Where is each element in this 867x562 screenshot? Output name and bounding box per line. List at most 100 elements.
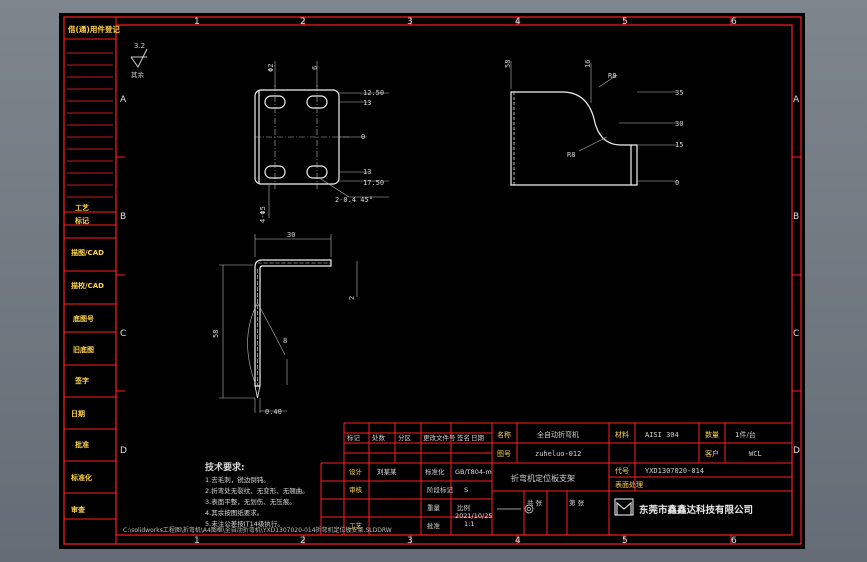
rev-header-5: 签名 (457, 433, 470, 442)
rev-header-3: 分区 (398, 433, 412, 442)
dim-top-2: 6 (311, 66, 319, 70)
tech-line-1: 1.去毛刺，锐边倒钝。 (205, 475, 270, 484)
roughness-value: 3.2 (134, 42, 145, 50)
dim-right-1: 12.50 (363, 89, 384, 97)
side-dim-5: 30 (675, 120, 683, 128)
rev-date: 2021/10/25 (455, 512, 492, 520)
row-label-c-right: C (793, 329, 799, 339)
rev-std-label: 标准化 (425, 467, 445, 476)
drawing-no-label: 图号 (497, 450, 511, 458)
sec-dim-4: 0.40 (265, 408, 282, 416)
dim-chamfer: 2-0.4 45° (335, 196, 373, 204)
side-label-4: 描校/CAD (71, 281, 104, 290)
rev-sheet-of: 第 张 (569, 498, 585, 507)
code-label: 代号 (615, 466, 629, 475)
dim-right-4: 13 (363, 168, 371, 176)
side-label-8: 日期 (71, 409, 85, 418)
side-view[interactable] (510, 91, 638, 186)
roughness-symbol (130, 48, 148, 68)
side-label-11: 审查 (71, 505, 86, 514)
roughness-note: 其余 (131, 70, 145, 79)
side-dim-3: R8 (608, 72, 616, 80)
side-label-3: 描图/CAD (71, 248, 104, 257)
rev-row-design: 设计 (349, 467, 363, 476)
sec-dim-2: 2 (348, 296, 356, 300)
tech-title: 技术要求: (205, 461, 245, 473)
row-label-a-right: A (793, 95, 800, 105)
side-dim-7: 15 (675, 141, 683, 149)
col-label-1: 1 (194, 17, 200, 27)
side-label-5: 底图号 (73, 314, 94, 323)
dim-right-2: 13 (363, 99, 371, 107)
part-name: 折弯机定位板支架 (511, 473, 575, 483)
rev-row-review: 审核 (349, 485, 363, 494)
row-label-d-right: D (793, 446, 800, 456)
row-label-a: A (120, 95, 127, 105)
dim-top-1: Φ2 (267, 64, 275, 72)
row-label-d: D (120, 446, 127, 456)
side-label-2: 标记 (74, 216, 89, 225)
side-dim-2: 16 (584, 60, 592, 68)
rev-stage-label: 阶段标记 (427, 485, 454, 494)
client-label: 客户 (705, 449, 719, 458)
tech-line-2: 2.折弯处无裂纹、无变形、无翘曲。 (205, 486, 309, 495)
cad-drawing-canvas[interactable]: 1 2 3 4 5 6 1 2 3 4 5 6 A B C D A B C D (59, 13, 805, 549)
side-label-6: 旧底图 (73, 345, 94, 354)
side-label-10: 标准化 (70, 473, 92, 482)
file-path: C:\solidworks工程图\折弯机\A4图框\全自动折弯机\YXD1307… (123, 526, 392, 534)
rev-header-1: 标记 (347, 433, 361, 442)
dim-right-5: 17.50 (363, 179, 384, 187)
sec-dim-1: 30 (287, 231, 295, 239)
rev-header-2: 处数 (372, 433, 386, 442)
col-label-6-bottom: 6 (731, 536, 737, 546)
company-logo-icon (614, 498, 634, 516)
rev-approve-label: 批准 (427, 521, 441, 530)
section-view[interactable] (254, 259, 332, 399)
material-label: 材料 (615, 430, 629, 439)
side-panel (63, 16, 117, 545)
process-label: 表面处理 (615, 480, 643, 489)
dim-right-3: 0 (361, 133, 365, 141)
outer-frame (63, 16, 802, 545)
col-label-6: 6 (731, 17, 737, 27)
row-label-c: C (120, 329, 126, 339)
col-label-3: 3 (407, 17, 413, 27)
col-label-1-bottom: 1 (194, 536, 200, 546)
col-label-2-bottom: 2 (300, 536, 306, 546)
col-label-2: 2 (300, 17, 306, 27)
rev-scale-value: 1:1 (464, 520, 474, 528)
side-label-9: 批准 (75, 440, 89, 449)
tech-line-3: 3.表面平整，无划伤、无压痕。 (205, 497, 296, 506)
col-label-4: 4 (515, 17, 521, 27)
rev-designer: 刘某某 (377, 467, 397, 476)
side-dim-8: 0 (675, 179, 679, 187)
sec-dim-5: 8 (283, 337, 287, 345)
rev-stage-value: S (464, 486, 468, 494)
col-label-3-bottom: 3 (407, 536, 413, 546)
col-label-5-bottom: 5 (622, 536, 628, 546)
sec-dim-3: 58 (212, 330, 220, 338)
company-name: 东莞市鑫鑫达科技有限公司 (639, 504, 753, 516)
rev-scale-label: 比例 (457, 503, 470, 512)
drawing-sheet: 1 2 3 4 5 6 1 2 3 4 5 6 A B C D A B C D (59, 13, 805, 549)
side-dim-4: 35 (675, 89, 683, 97)
qty-value: 1件/台 (735, 430, 756, 439)
project-value: 全自动折弯机 (537, 430, 579, 439)
tech-line-4: 4.其余按图纸要求。 (205, 508, 263, 517)
rev-header-4: 更改文件号 (423, 433, 456, 442)
rev-standard-code: GB/T804-m (455, 468, 492, 476)
rev-weight-label: 重量 (427, 504, 441, 512)
drawing-no-value: zuheluo-012 (535, 450, 581, 458)
project-label: 名称 (497, 430, 511, 439)
side-top-label: 借(通)用件登记 (67, 24, 120, 34)
side-dim-1: 58 (504, 60, 512, 68)
rev-header-6: 日期 (471, 434, 485, 442)
client-value: WCL (749, 450, 762, 458)
side-dim-6: R8 (567, 151, 575, 159)
inner-frame (115, 24, 793, 536)
dim-holes: 4-Φ5 (259, 206, 267, 223)
row-label-b: B (120, 212, 126, 222)
code-value: YXD1307020-014 (645, 467, 704, 475)
qty-label: 数量 (705, 430, 719, 439)
side-label-1: 工艺 (75, 203, 89, 212)
